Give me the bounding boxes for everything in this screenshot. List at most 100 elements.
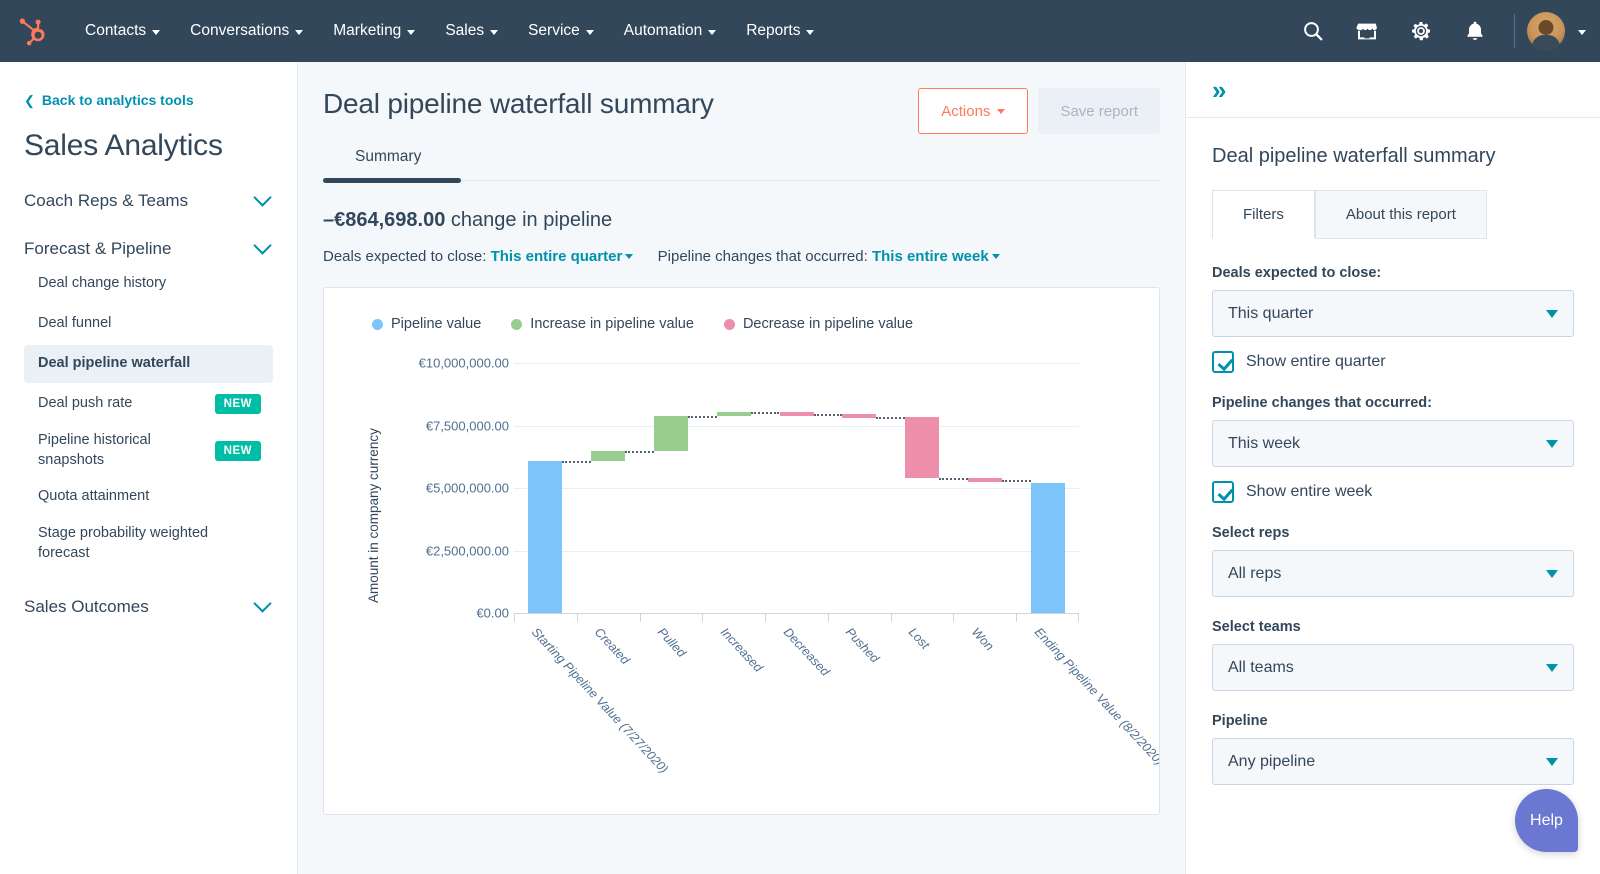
chart-bar[interactable] (653, 416, 688, 451)
sidebar-item-deal-pipeline-waterfall[interactable]: Deal pipeline waterfall (24, 345, 273, 383)
select-value: This quarter (1228, 304, 1314, 322)
back-link-label: Back to analytics tools (41, 92, 194, 108)
nav-item-label: Conversations (190, 22, 290, 39)
chart-bar[interactable] (528, 461, 563, 613)
field-label: Pipeline (1212, 713, 1268, 729)
sidebar-group-label: Forecast & Pipeline (24, 239, 172, 258)
legend-color-swatch (511, 318, 523, 330)
select-reps-select[interactable]: All reps (1212, 550, 1574, 597)
save-report-button[interactable]: Save report (1038, 88, 1160, 134)
pipeline-changes-select[interactable]: This week (1212, 420, 1574, 467)
sidebar-item-deal-push-rate[interactable]: Deal push rate NEW (24, 385, 273, 423)
nav-item-automation[interactable]: Automation (609, 0, 731, 62)
chevron-down-icon (253, 235, 272, 255)
gridline (514, 550, 1079, 552)
page-title: Sales Analytics (24, 129, 223, 162)
chevron-down-icon[interactable] (1578, 29, 1586, 35)
sidebar-group-sales-outcomes[interactable]: Sales Outcomes (24, 594, 273, 617)
tab-filters[interactable]: Filters (1212, 190, 1315, 239)
legend-item-pipeline-value[interactable]: Pipeline value (372, 316, 481, 332)
sidebar-item-label: Quota attainment (38, 488, 150, 505)
notifications-button[interactable] (1448, 0, 1502, 62)
nav-item-reports[interactable]: Reports (731, 0, 829, 62)
search-button[interactable] (1286, 0, 1340, 62)
actions-button[interactable]: Actions (918, 88, 1029, 134)
chevron-down-icon (295, 29, 304, 35)
chart-bar[interactable] (1030, 482, 1065, 613)
chevron-down-icon (585, 29, 594, 35)
chart-bar[interactable] (779, 412, 814, 416)
x-axis-tick (514, 613, 515, 622)
legend-item-decrease[interactable]: Decrease in pipeline value (723, 316, 914, 332)
filter-close-value[interactable]: This entire quarter (491, 248, 623, 265)
sidebar-group-coach-reps-teams[interactable]: Coach Reps & Teams (24, 187, 273, 211)
back-to-analytics-tools-link[interactable]: ❮ Back to analytics tools (24, 92, 273, 108)
chevron-down-icon (253, 187, 272, 207)
chart-bar[interactable] (591, 450, 626, 461)
deals-expected-to-close-select[interactable]: This quarter (1212, 290, 1574, 337)
chevron-down-icon (152, 29, 161, 35)
legend-label: Decrease in pipeline value (742, 316, 914, 332)
nav-item-conversations[interactable]: Conversations (175, 0, 318, 62)
status-badge: NEW (214, 440, 261, 461)
nav-item-service[interactable]: Service (513, 0, 609, 62)
settings-button[interactable] (1394, 0, 1448, 62)
nav-item-sales[interactable]: Sales (430, 0, 513, 62)
sidebar-group-label: Sales Outcomes (24, 597, 149, 617)
waterfall-connector (876, 416, 906, 419)
gridline (514, 425, 1079, 427)
double-chevron-right-icon[interactable]: » (1212, 77, 1226, 103)
sidebar-item-quota-attainment[interactable]: Quota attainment (24, 478, 273, 516)
chart-bar[interactable] (716, 412, 751, 416)
chevron-down-icon (1546, 757, 1558, 766)
filter-changes-value[interactable]: This entire week (872, 248, 989, 265)
y-axis-tick-label: €10,000,000.00 (418, 355, 509, 371)
nav-item-contacts[interactable]: Contacts (70, 0, 175, 62)
hubspot-logo[interactable] (18, 16, 48, 46)
show-entire-quarter-checkbox[interactable] (1212, 351, 1234, 373)
select-teams-select[interactable]: All teams (1212, 644, 1574, 691)
field-select-reps: Select reps All reps (1212, 525, 1574, 597)
select-value: Any pipeline (1228, 752, 1316, 770)
chart-bar[interactable] (905, 416, 940, 478)
x-axis-tick (890, 613, 892, 622)
marketplace-icon (1356, 23, 1377, 40)
gear-icon (1412, 22, 1430, 41)
field-label: Select teams (1212, 619, 1301, 635)
tab-about-this-report[interactable]: About this report (1314, 190, 1487, 239)
gridline (514, 363, 1079, 364)
show-entire-quarter-row[interactable]: Show entire quarter (1212, 351, 1574, 373)
x-axis-tick (765, 613, 767, 622)
chevron-down-icon (253, 594, 272, 613)
legend-item-increase[interactable]: Increase in pipeline value (511, 316, 694, 332)
help-button[interactable]: Help (1515, 789, 1578, 852)
summary-change-line: –€864,698.00 change in pipeline (323, 209, 1160, 232)
nav-item-label: Reports (746, 22, 801, 39)
avatar[interactable] (1527, 12, 1565, 50)
x-axis-tick (1016, 613, 1018, 622)
field-pipeline-changes-occurred: Pipeline changes that occurred: This wee… (1212, 395, 1574, 503)
sidebar-item-deal-funnel[interactable]: Deal funnel (24, 305, 273, 343)
show-entire-week-row[interactable]: Show entire week (1212, 481, 1574, 503)
sidebar-item-stage-probability-weighted-forecast[interactable]: Stage probability weighted forecast (24, 518, 273, 569)
chevron-down-icon (1546, 309, 1558, 318)
nav-item-marketing[interactable]: Marketing (318, 0, 430, 62)
chart-bar[interactable] (967, 477, 1002, 482)
tab-summary[interactable]: Summary (323, 148, 453, 180)
marketplace-button[interactable] (1340, 0, 1394, 62)
show-entire-week-checkbox[interactable] (1212, 481, 1234, 503)
top-nav-actions (1286, 0, 1600, 62)
chart-bar[interactable] (842, 414, 877, 419)
status-badge: NEW (214, 394, 261, 414)
x-axis-tick (953, 613, 955, 622)
sidebar-item-pipeline-historical-snapshots[interactable]: Pipeline historical snapshots NEW (24, 425, 273, 476)
x-axis-tick-label: Won (968, 625, 997, 654)
sidebar-item-deal-change-history[interactable]: Deal change history (24, 265, 273, 303)
x-axis-tick-label: Created (591, 625, 633, 668)
pipeline-select[interactable]: Any pipeline (1212, 738, 1574, 785)
sidebar-item-label: Deal change history (38, 275, 167, 292)
sidebar-group-forecast-pipeline[interactable]: Forecast & Pipeline (24, 235, 273, 259)
search-icon (1304, 22, 1323, 41)
chevron-down-icon (1546, 663, 1558, 672)
field-select-teams: Select teams All teams (1212, 619, 1574, 691)
